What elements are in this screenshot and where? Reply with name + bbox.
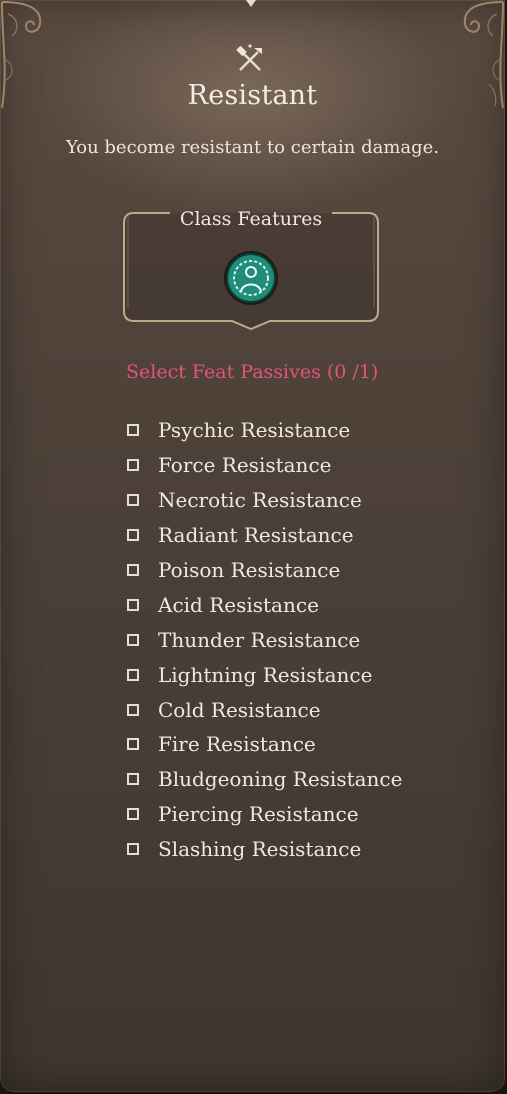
feat-passive-option[interactable]: Piercing Resistance <box>126 797 402 832</box>
class-features-title: Class Features <box>179 208 323 230</box>
option-label: Radiant Resistance <box>158 523 354 548</box>
option-label: Cold Resistance <box>158 697 321 722</box>
option-checkbox[interactable] <box>127 633 139 646</box>
feat-passive-option[interactable]: Poison Resistance <box>126 553 402 588</box>
feat-passive-option[interactable]: Cold Resistance <box>126 692 402 727</box>
option-checkbox[interactable] <box>127 773 139 786</box>
option-checkbox[interactable] <box>127 843 139 856</box>
top-notch <box>246 0 256 7</box>
option-checkbox[interactable] <box>127 738 139 751</box>
feat-description: You become resistant to certain damage. <box>65 137 440 158</box>
option-checkbox[interactable] <box>127 459 139 472</box>
option-label: Poison Resistance <box>158 558 341 582</box>
option-label: Necrotic Resistance <box>158 488 362 513</box>
option-checkbox[interactable] <box>127 529 139 542</box>
resistance-aura-icon[interactable] <box>223 250 279 306</box>
option-checkbox[interactable] <box>127 564 139 576</box>
option-label: Thunder Resistance <box>158 627 361 652</box>
option-label: Slashing Resistance <box>158 837 362 862</box>
feat-passive-option[interactable]: Acid Resistance <box>126 587 402 622</box>
option-checkbox[interactable] <box>127 424 139 437</box>
feat-passive-option[interactable]: Bludgeoning Resistance <box>126 762 402 797</box>
option-label: Bludgeoning Resistance <box>158 767 403 792</box>
feat-passive-option[interactable]: Lightning Resistance <box>126 657 402 692</box>
option-label: Acid Resistance <box>158 592 319 617</box>
crossed-axes-hammer-icon <box>236 44 262 71</box>
option-label: Lightning Resistance <box>158 662 373 687</box>
feat-details-panel: Resistant You become resistant to certai… <box>0 0 505 1092</box>
option-label: Psychic Resistance <box>158 418 351 443</box>
option-checkbox[interactable] <box>127 703 139 716</box>
feat-passive-option[interactable]: Slashing Resistance <box>126 832 402 867</box>
feat-passive-option[interactable]: Radiant Resistance <box>126 518 402 553</box>
class-features-box: Class Features <box>120 207 382 332</box>
option-label: Piercing Resistance <box>158 802 359 827</box>
feat-title: Resistant <box>187 80 318 111</box>
option-checkbox[interactable] <box>127 808 139 821</box>
option-checkbox[interactable] <box>127 494 139 507</box>
feat-passives-list: Psychic Resistance Force Resistance Necrot… <box>126 413 402 867</box>
option-checkbox[interactable] <box>127 668 139 681</box>
option-label: Fire Resistance <box>158 732 316 757</box>
feat-passive-option[interactable]: Necrotic Resistance <box>126 483 402 518</box>
option-checkbox[interactable] <box>127 598 139 611</box>
feat-passive-option[interactable]: Fire Resistance <box>126 727 402 762</box>
feat-passive-option[interactable]: Force Resistance <box>126 448 402 483</box>
select-feat-passives-header: Select Feat Passives (0 /1) <box>126 361 379 383</box>
feat-passive-option[interactable]: Thunder Resistance <box>126 622 402 657</box>
option-label: Force Resistance <box>158 453 332 478</box>
feat-passive-option[interactable]: Psychic Resistance <box>126 413 402 448</box>
